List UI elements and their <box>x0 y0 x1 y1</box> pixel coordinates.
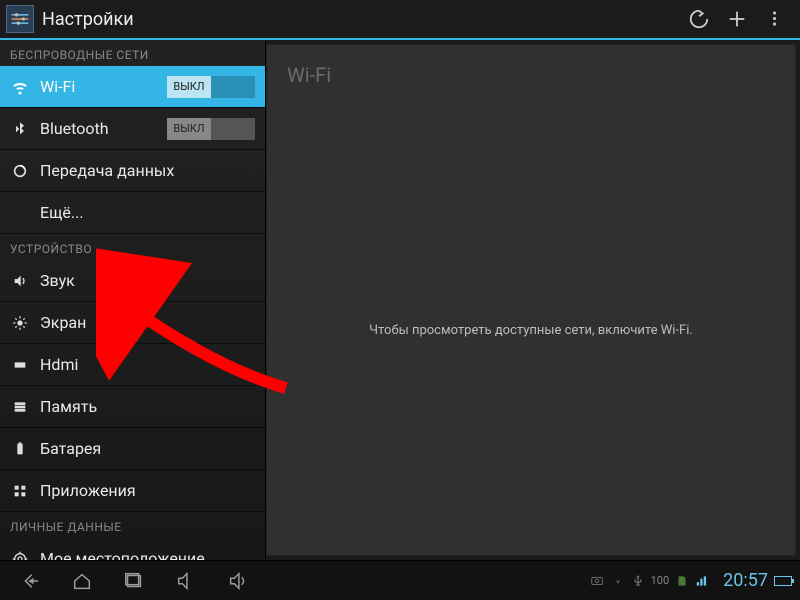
section-personal-header: ЛИЧНЫЕ ДАННЫЕ <box>0 512 265 538</box>
sidebar-item-location[interactable]: Мое местоположение <box>0 538 265 560</box>
download-icon <box>611 574 625 588</box>
back-button[interactable] <box>8 565 52 597</box>
data-usage-icon <box>10 163 30 179</box>
camera-icon <box>589 574 605 588</box>
sidebar-item-hdmi[interactable]: Hdmi <box>0 344 265 386</box>
section-wireless-header: БЕСПРОВОДНЫЕ СЕТИ <box>0 40 265 66</box>
apps-icon <box>10 483 30 499</box>
add-button[interactable] <box>718 0 756 38</box>
status-tray[interactable]: 100 20:57 <box>589 570 792 591</box>
section-device-header: УСТРОЙСТВО <box>0 234 265 260</box>
bluetooth-icon <box>10 121 30 137</box>
bluetooth-toggle[interactable]: ВЫКЛ <box>167 118 255 140</box>
storage-icon <box>10 399 30 415</box>
sd-card-icon <box>675 574 689 588</box>
sidebar-item-apps[interactable]: Приложения <box>0 470 265 512</box>
settings-sidebar[interactable]: БЕСПРОВОДНЫЕ СЕТИ Wi-Fi ВЫКЛ Bluetooth В… <box>0 40 266 560</box>
volume-up-button[interactable] <box>216 565 260 597</box>
sidebar-item-label: Экран <box>40 313 255 332</box>
location-icon <box>10 551 30 561</box>
sidebar-item-label: Hdmi <box>40 355 255 374</box>
navigation-bar: 100 20:57 <box>0 560 800 600</box>
sidebar-item-label: Батарея <box>40 439 255 458</box>
volume-down-button[interactable] <box>164 565 208 597</box>
sidebar-item-label: Память <box>40 397 255 416</box>
sidebar-item-label: Приложения <box>40 481 255 500</box>
sidebar-item-battery[interactable]: Батарея <box>0 428 265 470</box>
sidebar-item-more[interactable]: Ещё... <box>0 192 265 234</box>
clock: 20:57 <box>723 570 768 591</box>
sidebar-item-wifi[interactable]: Wi-Fi ВЫКЛ <box>0 66 265 108</box>
wifi-off-message: Чтобы просмотреть доступные сети, включи… <box>369 323 693 338</box>
action-bar: Настройки <box>0 0 800 40</box>
settings-screen: Настройки БЕСПРОВОДНЫЕ СЕТИ Wi-Fi ВЫКЛ B… <box>0 0 800 600</box>
sidebar-item-label: Передача данных <box>40 161 255 180</box>
app-title: Настройки <box>42 9 680 30</box>
status-number: 100 <box>651 574 670 587</box>
sidebar-item-display[interactable]: Экран <box>0 302 265 344</box>
settings-app-icon <box>6 5 34 33</box>
content-pane: Wi-Fi Чтобы просмотреть доступные сети, … <box>266 44 796 556</box>
sidebar-item-label: Bluetooth <box>40 119 157 138</box>
sidebar-item-sound[interactable]: Звук <box>0 260 265 302</box>
display-icon <box>10 315 30 331</box>
sidebar-item-bluetooth[interactable]: Bluetooth ВЫКЛ <box>0 108 265 150</box>
wifi-toggle[interactable]: ВЫКЛ <box>167 76 255 98</box>
battery-icon <box>10 441 30 457</box>
refresh-button[interactable] <box>680 0 718 38</box>
content-body: Чтобы просмотреть доступные сети, включи… <box>267 105 795 555</box>
usb-icon <box>631 574 645 588</box>
main-pane: БЕСПРОВОДНЫЕ СЕТИ Wi-Fi ВЫКЛ Bluetooth В… <box>0 40 800 560</box>
sidebar-item-label: Звук <box>40 271 255 290</box>
sidebar-item-data-usage[interactable]: Передача данных <box>0 150 265 192</box>
sidebar-item-storage[interactable]: Память <box>0 386 265 428</box>
recents-button[interactable] <box>112 565 156 597</box>
battery-status-icon <box>774 576 792 586</box>
hdmi-icon <box>10 357 30 373</box>
home-button[interactable] <box>60 565 104 597</box>
content-title: Wi-Fi <box>267 45 795 105</box>
overflow-menu-button[interactable] <box>756 0 794 38</box>
sound-icon <box>10 273 30 289</box>
sidebar-item-label: Мое местоположение <box>40 549 255 560</box>
sidebar-item-label: Wi-Fi <box>40 77 157 96</box>
sidebar-item-label: Ещё... <box>40 203 255 222</box>
wifi-icon <box>10 78 30 96</box>
signal-icon <box>695 574 709 588</box>
